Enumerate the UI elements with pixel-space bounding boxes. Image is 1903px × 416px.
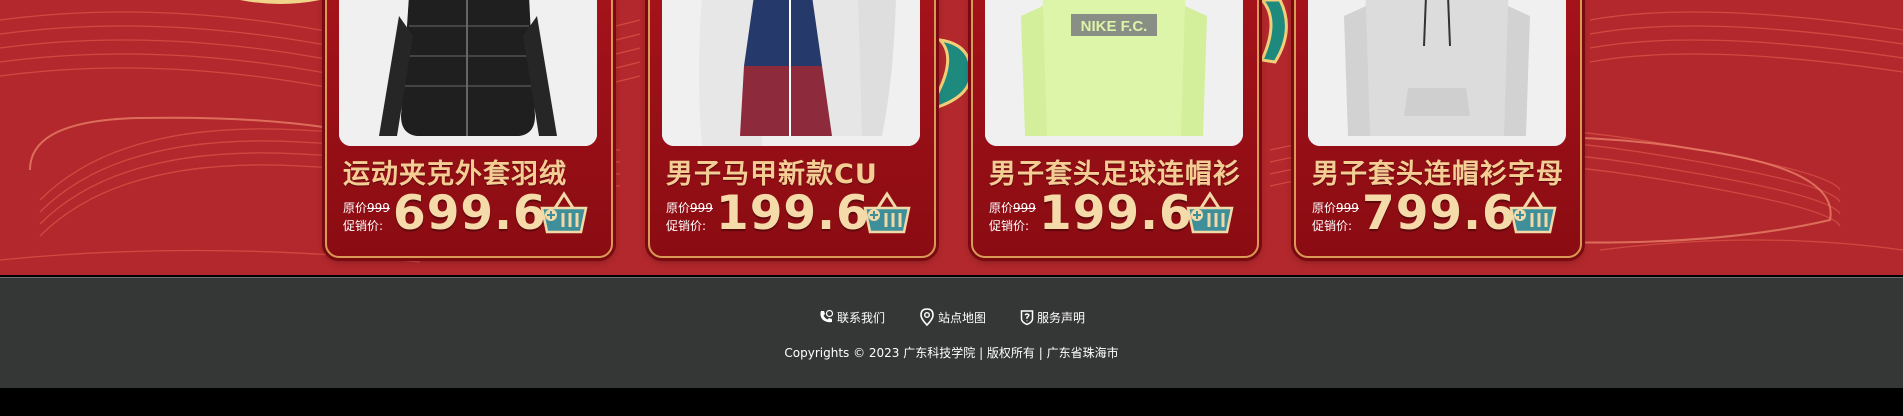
footer-link-sitemap[interactable]: 站点地图 bbox=[919, 308, 986, 326]
product-card[interactable]: 男子套头连帽衫字母 原价999 促销价: 799.6 bbox=[1294, 0, 1582, 258]
footer-link-label: 服务声明 bbox=[1037, 310, 1086, 325]
site-footer: 联系我们 站点地图 服务声明 Copyrights © 2023 广东科技学院 … bbox=[0, 277, 1903, 388]
original-price-label: 原价 bbox=[666, 201, 691, 215]
product-card[interactable]: NIKE F.C. 男子套头足球连帽衫 原价999 促销价: 199.6 bbox=[971, 0, 1259, 258]
original-price: 999 bbox=[367, 201, 390, 215]
promo-price: 199.6 bbox=[716, 186, 870, 241]
wave-pattern-background bbox=[0, 0, 1903, 263]
map-pin-icon bbox=[920, 308, 934, 326]
original-price-row: 原价999 bbox=[1312, 201, 1359, 215]
product-image[interactable] bbox=[339, 0, 597, 146]
original-price: 999 bbox=[1336, 201, 1359, 215]
original-price-row: 原价999 bbox=[989, 201, 1036, 215]
promo-price-label: 促销价: bbox=[1312, 219, 1353, 233]
product-card[interactable]: 男子马甲新款CU 原价999 促销价: 199.6 bbox=[648, 0, 936, 258]
promo-price-label: 促销价: bbox=[343, 219, 384, 233]
promo-price: 199.6 bbox=[1039, 186, 1193, 241]
footer-link-label: 站点地图 bbox=[937, 310, 986, 325]
hoodie-logo: NIKE F.C. bbox=[1081, 18, 1148, 35]
product-image[interactable]: NIKE F.C. bbox=[985, 0, 1243, 146]
footer-link-label: 联系我们 bbox=[836, 310, 885, 325]
grey-hoodie-image bbox=[1308, 0, 1566, 146]
promo-price: 799.6 bbox=[1362, 186, 1516, 241]
footer-link-terms[interactable]: 服务声明 bbox=[1020, 308, 1085, 326]
product-image[interactable] bbox=[1308, 0, 1566, 146]
promo-price: 699.6 bbox=[393, 186, 547, 241]
down-jacket-image bbox=[339, 0, 597, 146]
promo-price-label: 促销价: bbox=[666, 219, 707, 233]
promo-banner: 运动夹克外套羽绒 原价999 促销价: 699.6 男子马甲新款CU 原价999… bbox=[0, 0, 1903, 275]
add-to-cart-basket-icon[interactable] bbox=[539, 188, 589, 234]
shield-icon bbox=[1020, 309, 1034, 325]
add-to-cart-basket-icon[interactable] bbox=[1185, 188, 1235, 234]
copyright-text: Copyrights © 2023 广东科技学院 | 版权所有 | 广东省珠海市 bbox=[784, 346, 1119, 360]
original-price-label: 原价 bbox=[1312, 201, 1337, 215]
original-price-row: 原价999 bbox=[666, 201, 713, 215]
original-price-label: 原价 bbox=[343, 201, 368, 215]
footer-link-contact[interactable]: 联系我们 bbox=[818, 308, 885, 326]
product-image[interactable] bbox=[662, 0, 920, 146]
add-to-cart-basket-icon[interactable] bbox=[1508, 188, 1558, 234]
original-price-row: 原价999 bbox=[343, 201, 390, 215]
product-card[interactable]: 运动夹克外套羽绒 原价999 促销价: 699.6 bbox=[325, 0, 613, 258]
hoodie-image: NIKE F.C. bbox=[985, 0, 1243, 146]
promo-price-label: 促销价: bbox=[989, 219, 1030, 233]
vest-image bbox=[662, 0, 920, 146]
original-price: 999 bbox=[1013, 201, 1036, 215]
original-price-label: 原价 bbox=[989, 201, 1014, 215]
phone-icon bbox=[820, 309, 834, 323]
original-price: 999 bbox=[690, 201, 713, 215]
add-to-cart-basket-icon[interactable] bbox=[862, 188, 912, 234]
footer-links: 联系我们 站点地图 服务声明 bbox=[0, 308, 1903, 326]
